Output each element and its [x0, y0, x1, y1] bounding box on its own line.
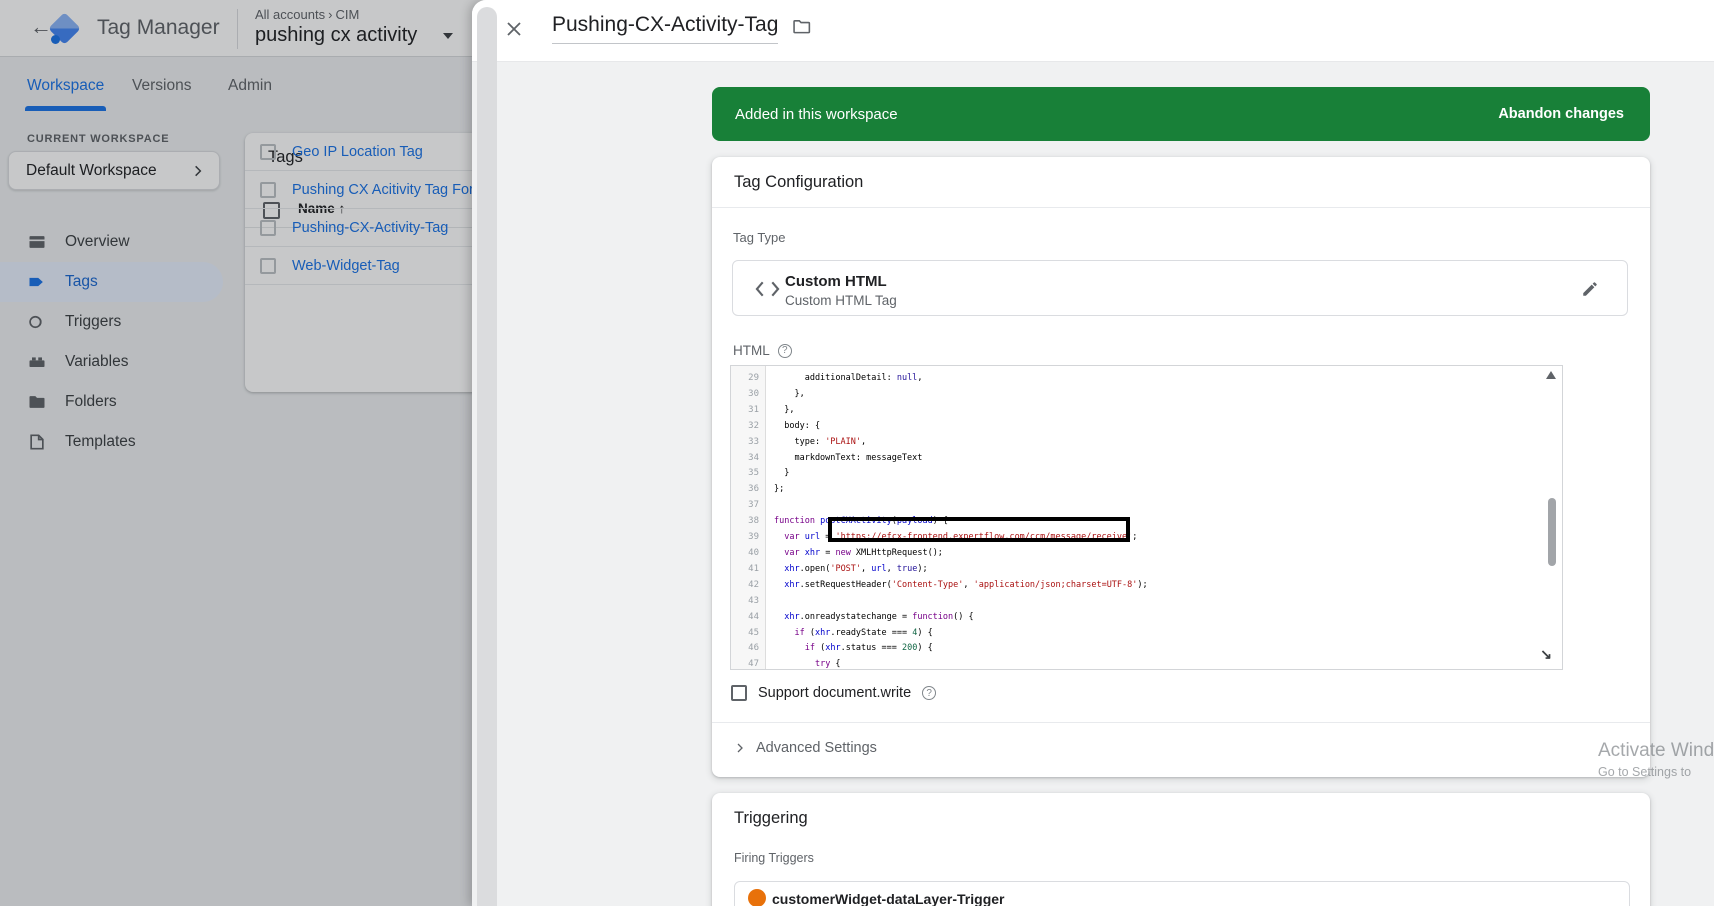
tag-configuration-heading: Tag Configuration: [734, 173, 863, 192]
code-line: var xhr = new XMLHttpRequest();: [774, 546, 1548, 562]
code-line: markdownText: messageText: [774, 451, 1548, 467]
code-line: xhr.open('POST', url, true);: [774, 562, 1548, 578]
workspace-status-banner: Added in this workspace Abandon changes: [712, 87, 1650, 141]
support-document-write-checkbox[interactable]: [731, 685, 747, 701]
tag-editor-sheet: Pushing-CX-Activity-Tag Added in this wo…: [472, 0, 1714, 906]
tag-type-box[interactable]: Custom HTML Custom HTML Tag: [732, 260, 1628, 316]
resize-handle-icon[interactable]: ↘: [1540, 646, 1552, 663]
watermark-line2: Go to Settings to: [1598, 765, 1714, 779]
scrollbar-up-arrow[interactable]: [1546, 371, 1556, 379]
code-line: if (xhr.status === 200) {: [774, 641, 1548, 657]
firing-triggers-label: Firing Triggers: [734, 851, 814, 865]
sheet-header: Pushing-CX-Activity-Tag: [472, 0, 1714, 62]
help-icon[interactable]: ?: [922, 686, 936, 700]
code-line: xhr.setRequestHeader('Content-Type', 'ap…: [774, 578, 1548, 594]
code-icon: [755, 279, 780, 299]
abandon-changes-button[interactable]: Abandon changes: [1498, 106, 1624, 122]
watermark-line1: Activate Wind: [1598, 740, 1714, 762]
banner-status-text: Added in this workspace: [735, 106, 1498, 123]
support-document-write-label: Support document.write: [758, 685, 911, 701]
tag-type-description: Custom HTML Tag: [785, 293, 897, 308]
code-line: [774, 498, 1548, 514]
line-number-gutter: 29303132333435363738394041424344454647: [731, 366, 766, 669]
tag-name-title[interactable]: Pushing-CX-Activity-Tag: [552, 13, 778, 44]
html-code-editor[interactable]: 29303132333435363738394041424344454647 a…: [730, 365, 1563, 670]
tag-type-name: Custom HTML: [785, 273, 887, 290]
trigger-icon: [748, 889, 766, 906]
code-line: },: [774, 403, 1548, 419]
close-icon[interactable]: [505, 20, 523, 38]
code-line: try {: [774, 657, 1548, 670]
triggering-heading: Triggering: [734, 809, 808, 828]
code-line: function postCXActivity(payload) {: [774, 514, 1548, 530]
folder-icon[interactable]: [791, 16, 812, 37]
code-content[interactable]: additionalDetail: null, }, }, body: { ty…: [774, 366, 1548, 670]
screen: ← Tag Manager All accounts›CIM pushing c…: [0, 0, 1714, 906]
code-line: [774, 594, 1548, 610]
chevron-right-icon: [734, 742, 746, 754]
code-line: additionalDetail: null,: [774, 371, 1548, 387]
code-line: var url = 'https://efcx-frontend.expertf…: [774, 530, 1548, 546]
help-icon[interactable]: ?: [778, 344, 792, 358]
tag-configuration-card: Tag Configuration Tag Type Custom HTML C…: [712, 157, 1650, 777]
code-line: },: [774, 387, 1548, 403]
code-line: };: [774, 482, 1548, 498]
advanced-settings-label: Advanced Settings: [756, 740, 877, 756]
code-line: xhr.onreadystatechange = function() {: [774, 610, 1548, 626]
triggering-card: Triggering Firing Triggers customerWidge…: [712, 793, 1650, 906]
code-line: }: [774, 466, 1548, 482]
windows-activation-watermark: Activate Wind Go to Settings to: [1598, 740, 1714, 779]
divider: [712, 722, 1650, 723]
scrollbar-thumb[interactable]: [1548, 498, 1556, 566]
code-line: type: 'PLAIN',: [774, 435, 1548, 451]
edit-icon[interactable]: [1581, 280, 1599, 298]
tag-type-label: Tag Type: [733, 230, 786, 245]
code-line: body: {: [774, 419, 1548, 435]
sheet-edge-strip: [477, 7, 497, 906]
trigger-name: customerWidget-dataLayer-Trigger: [772, 891, 1004, 906]
trigger-row[interactable]: customerWidget-dataLayer-Trigger: [734, 881, 1630, 906]
divider: [712, 207, 1650, 208]
advanced-settings-expander[interactable]: Advanced Settings: [734, 740, 877, 756]
html-label: HTML: [733, 343, 770, 358]
code-line: if (xhr.readyState === 4) {: [774, 626, 1548, 642]
